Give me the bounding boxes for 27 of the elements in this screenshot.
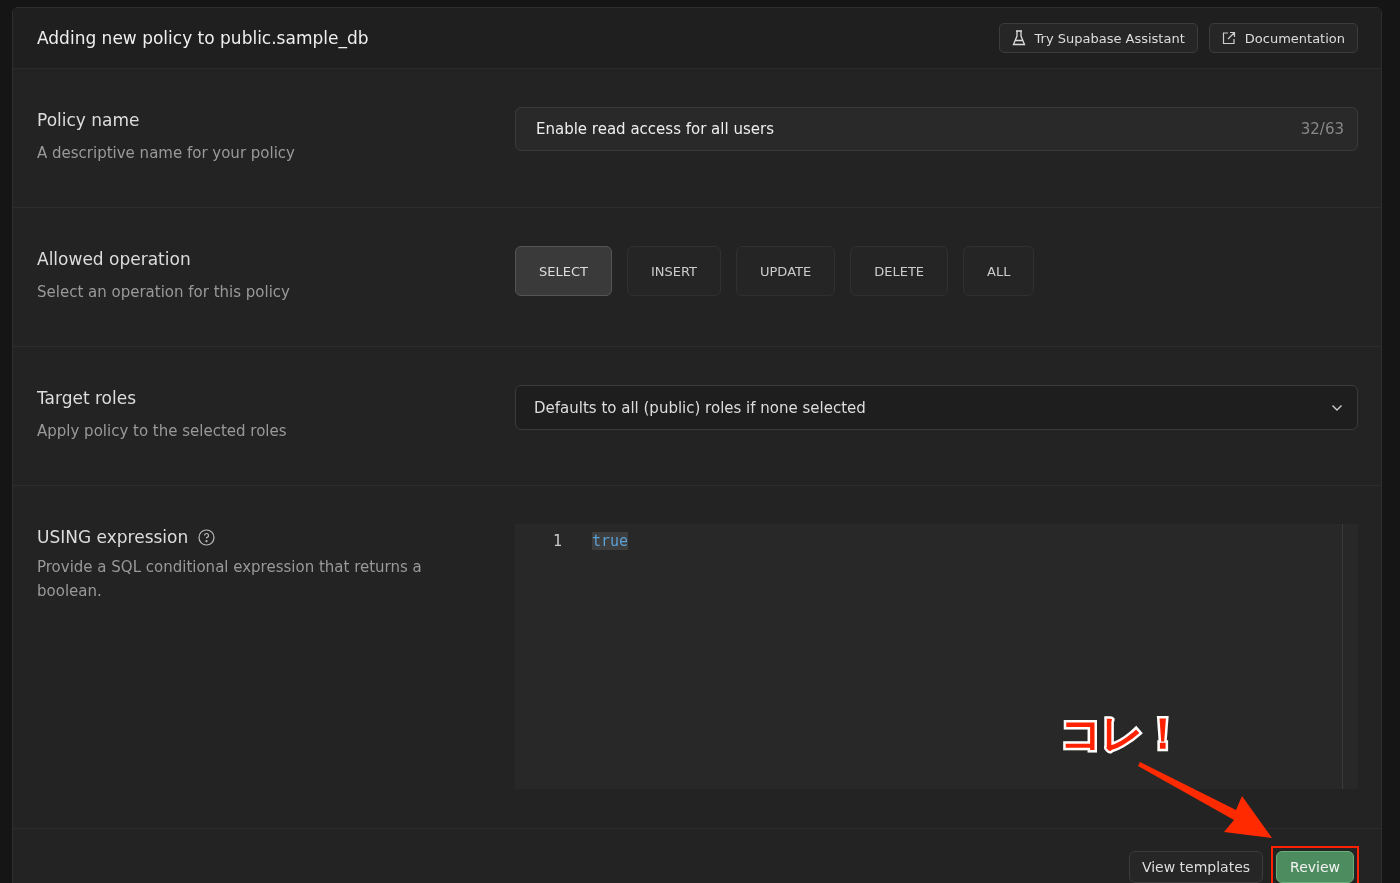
- review-button[interactable]: Review: [1276, 851, 1354, 883]
- header-button[interactable]: Documentation: [1208, 23, 1358, 53]
- code-text: true: [592, 532, 629, 550]
- field-label: Allowed operation: [37, 249, 192, 269]
- field-description: Apply policy to the selected roles: [37, 422, 288, 440]
- field-description: Provide a SQL conditional expression that returns a boolean.: [37, 557, 423, 602]
- external-link-icon: [1221, 31, 1236, 45]
- operation-option[interactable]: UPDATE: [736, 246, 836, 296]
- field-label: Target roles: [37, 388, 138, 408]
- operation-option[interactable]: DELETE: [850, 246, 949, 296]
- operation-option[interactable]: ALL: [963, 246, 1035, 296]
- dialog-title: Adding new policy to public.sample_db: [37, 28, 369, 48]
- roles-dropdown[interactable]: Defaults to all (public) roles if none selected: [515, 385, 1358, 430]
- field-label: USING expression: [37, 527, 189, 547]
- field-label: Policy name: [37, 110, 141, 130]
- chevron-down-icon: [1331, 403, 1343, 412]
- header-button[interactable]: Try Supabase Assistant: [998, 23, 1198, 53]
- operation-option[interactable]: SELECT: [515, 246, 612, 296]
- help-icon[interactable]: [198, 528, 216, 546]
- templates-button[interactable]: View templates: [1128, 851, 1264, 883]
- field-description: A descriptive name for your policy: [37, 144, 296, 162]
- annotation-text: コレ！: [1060, 708, 1182, 760]
- flask-icon: [1011, 30, 1026, 46]
- field-description: Select an operation for this policy: [37, 283, 291, 301]
- character-count: 32/63: [1300, 120, 1344, 138]
- operation-option[interactable]: INSERT: [626, 246, 721, 296]
- line-number: 1: [551, 532, 562, 550]
